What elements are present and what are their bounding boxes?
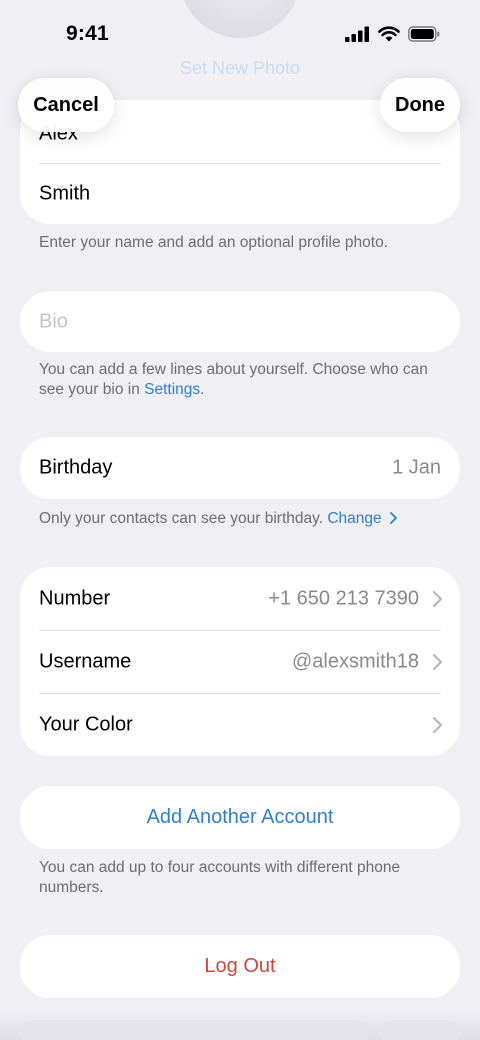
- your-color-row[interactable]: Your Color: [20, 693, 460, 756]
- your-color-label: Your Color: [39, 713, 133, 735]
- settings-link[interactable]: Settings: [144, 381, 200, 398]
- change-link-label: Change: [327, 510, 382, 527]
- number-label: Number: [39, 587, 111, 609]
- chevron-right-icon: [432, 653, 443, 670]
- add-account-label: Add Another Account: [146, 806, 334, 828]
- edit-profile-screen: Set New Photo 9:41 Cancel Done Alex Smit…: [0, 0, 480, 1040]
- number-value: +1 650 213 7390: [268, 587, 419, 609]
- birthday-row[interactable]: Birthday 1 Jan: [20, 437, 460, 499]
- status-icons: [345, 26, 440, 42]
- chevron-right-icon: [390, 512, 397, 524]
- bio-footnote: You can add a few lines about yourself. …: [39, 360, 439, 400]
- change-birthday-link[interactable]: Change: [327, 510, 398, 527]
- number-row[interactable]: Number +1 650 213 7390: [20, 567, 460, 630]
- log-out-button[interactable]: Log Out: [20, 935, 460, 998]
- status-time: 9:41: [66, 22, 109, 45]
- status-bar: 9:41: [0, 0, 480, 72]
- add-another-account-button[interactable]: Add Another Account: [20, 786, 460, 849]
- done-button[interactable]: Done: [380, 78, 460, 132]
- birthday-value: 1 Jan: [392, 456, 441, 479]
- bio-field[interactable]: Bio: [20, 291, 460, 352]
- birthday-row-inner: Birthday 1 Jan: [20, 437, 460, 499]
- wifi-icon: [378, 26, 400, 42]
- username-row[interactable]: Username @alexsmith18: [20, 630, 460, 693]
- bio-footnote-end: .: [200, 381, 205, 398]
- cellular-signal-icon: [345, 26, 369, 42]
- bio-placeholder: Bio: [39, 310, 68, 332]
- add-account-footnote: You can add up to four accounts with dif…: [39, 859, 401, 896]
- birthday-label: Birthday: [39, 456, 113, 479]
- chevron-right-icon: [432, 716, 443, 733]
- birthday-footnote: Only your contacts can see your birthday…: [39, 509, 439, 529]
- birthday-footnote-text: Only your contacts can see your birthday…: [39, 510, 324, 527]
- last-name-value: Smith: [39, 182, 91, 205]
- chevron-right-icon: [432, 590, 443, 607]
- bottom-bar-pill-small: [380, 1020, 460, 1040]
- cancel-button[interactable]: Cancel: [18, 78, 114, 132]
- account-card: Number +1 650 213 7390 Username @alexsmi…: [20, 567, 460, 756]
- bottom-bar-pill: [20, 1020, 370, 1040]
- last-name-field[interactable]: Smith: [20, 164, 460, 224]
- name-footnote: Enter your name and add an optional prof…: [39, 234, 388, 251]
- battery-icon: [408, 26, 440, 42]
- log-out-label: Log Out: [204, 955, 276, 977]
- bio-row: Bio: [20, 291, 460, 352]
- bio-footnote-text: You can add a few lines about yourself. …: [39, 361, 428, 398]
- username-value: @alexsmith18: [291, 650, 419, 672]
- username-label: Username: [39, 650, 132, 672]
